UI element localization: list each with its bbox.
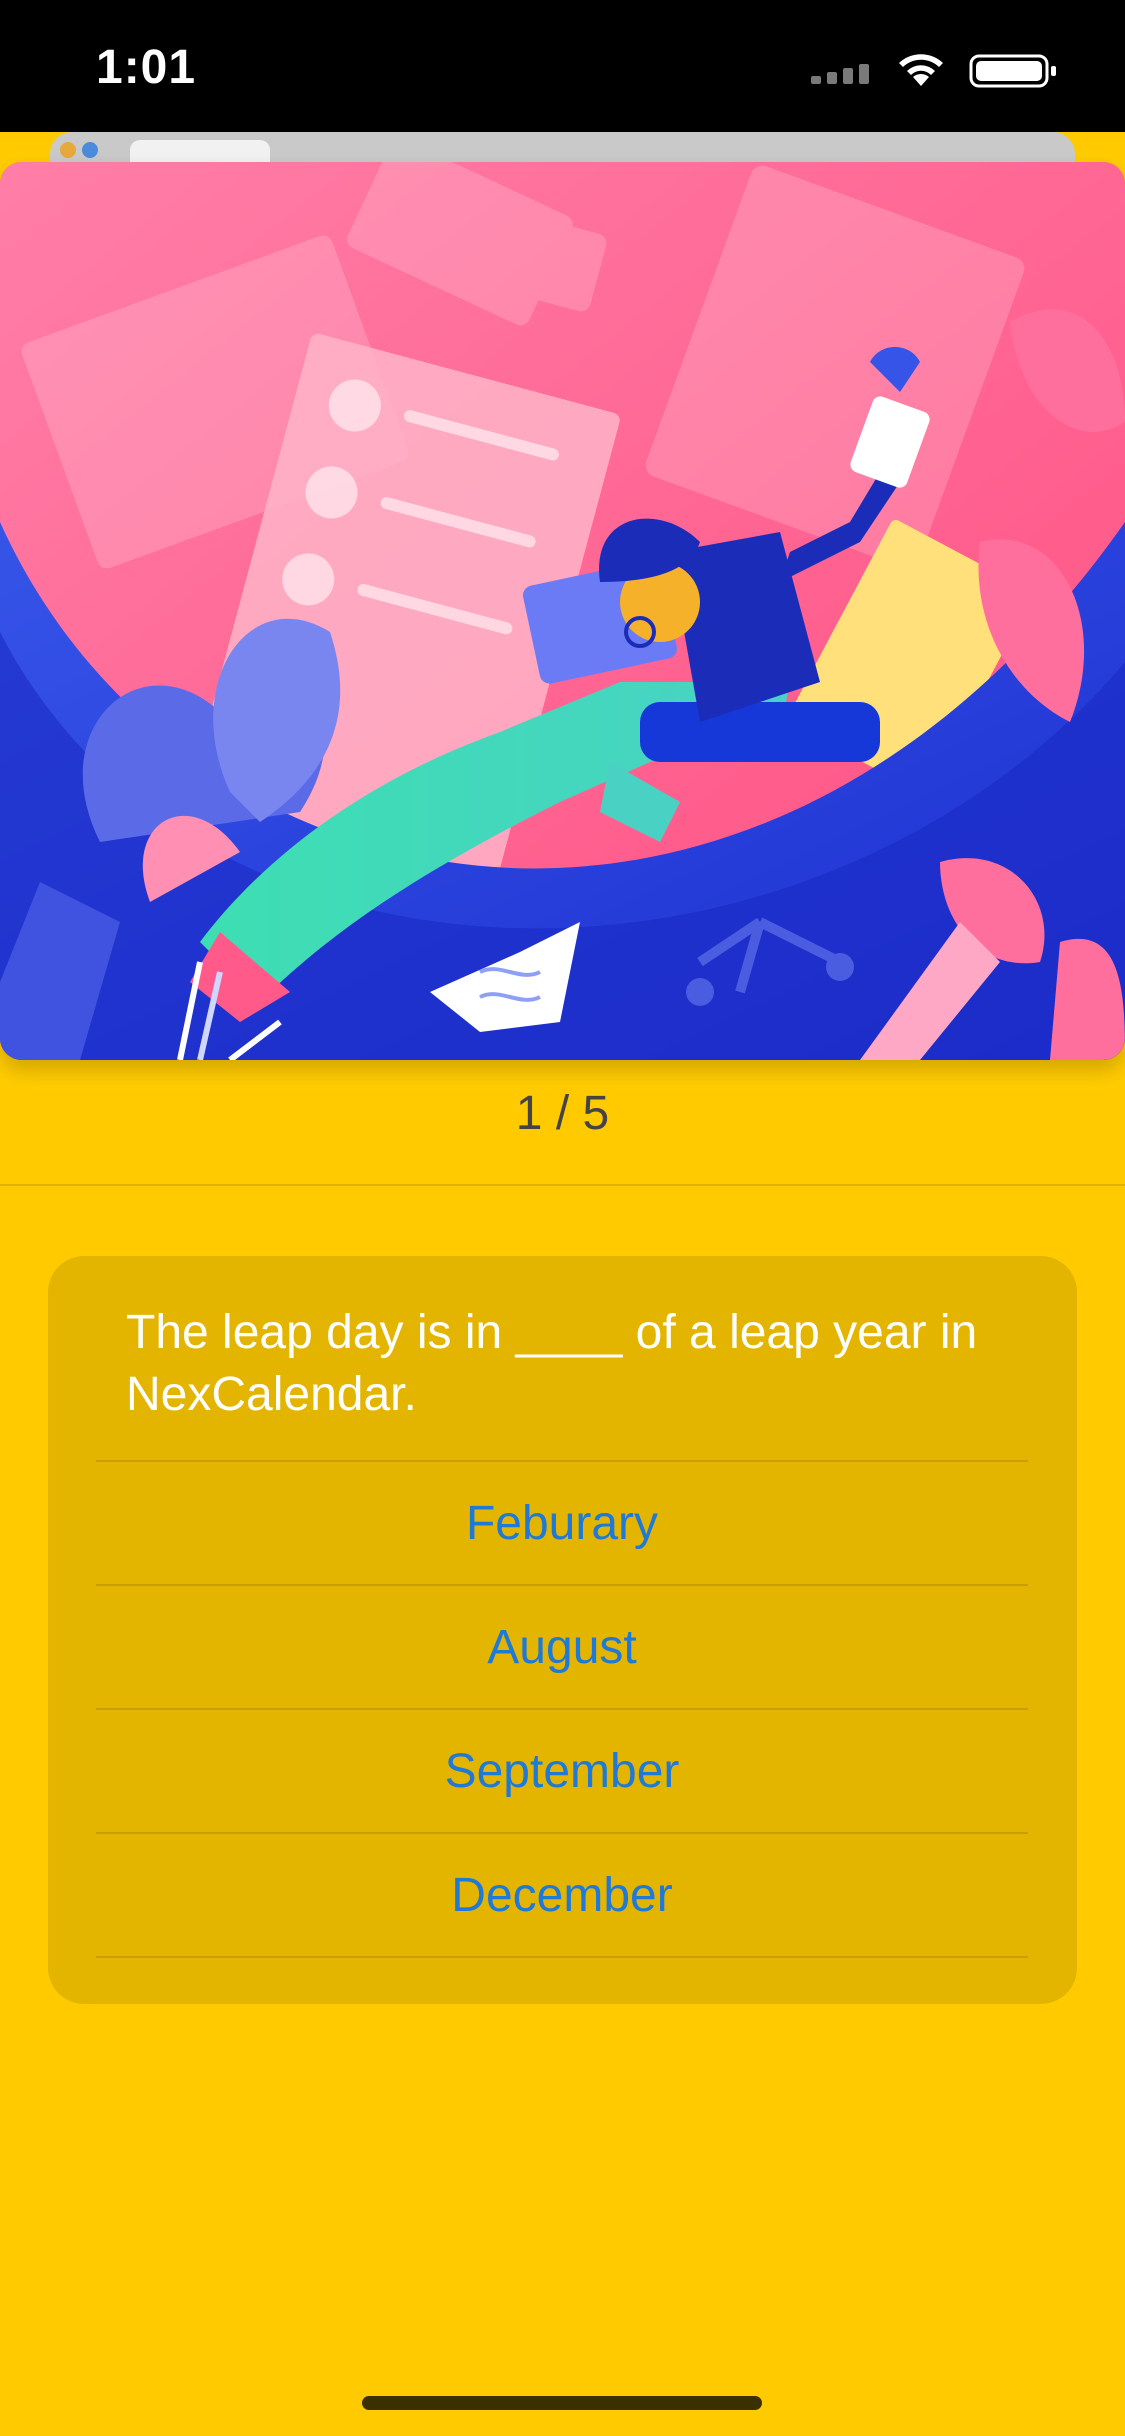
answer-option[interactable]: August: [96, 1584, 1028, 1708]
question-progress: 1 / 5: [515, 1087, 610, 1140]
status-bar: 1:01: [0, 0, 1125, 132]
home-indicator[interactable]: [362, 2396, 762, 2410]
battery-icon: [969, 54, 1056, 88]
window-dot-icon: [82, 142, 98, 158]
window-dot-icon: [60, 142, 76, 158]
question-card: The leap day is in ____ of a leap year i…: [48, 1256, 1077, 2004]
divider: [0, 1184, 1125, 1186]
answer-list: Feburary August September December: [96, 1460, 1028, 1958]
question-text: The leap day is in ____ of a leap year i…: [126, 1306, 978, 1421]
answer-option[interactable]: September: [96, 1708, 1028, 1832]
wifi-icon: [899, 54, 943, 86]
status-time: 1:01: [96, 41, 197, 94]
status-icons: [811, 54, 1056, 88]
hero-illustration: [0, 162, 1125, 1060]
cellular-signal-icon: [811, 64, 869, 84]
answer-option[interactable]: Feburary: [96, 1460, 1028, 1584]
answer-option[interactable]: December: [96, 1832, 1028, 1958]
hero-illustration-card: [0, 162, 1125, 1060]
